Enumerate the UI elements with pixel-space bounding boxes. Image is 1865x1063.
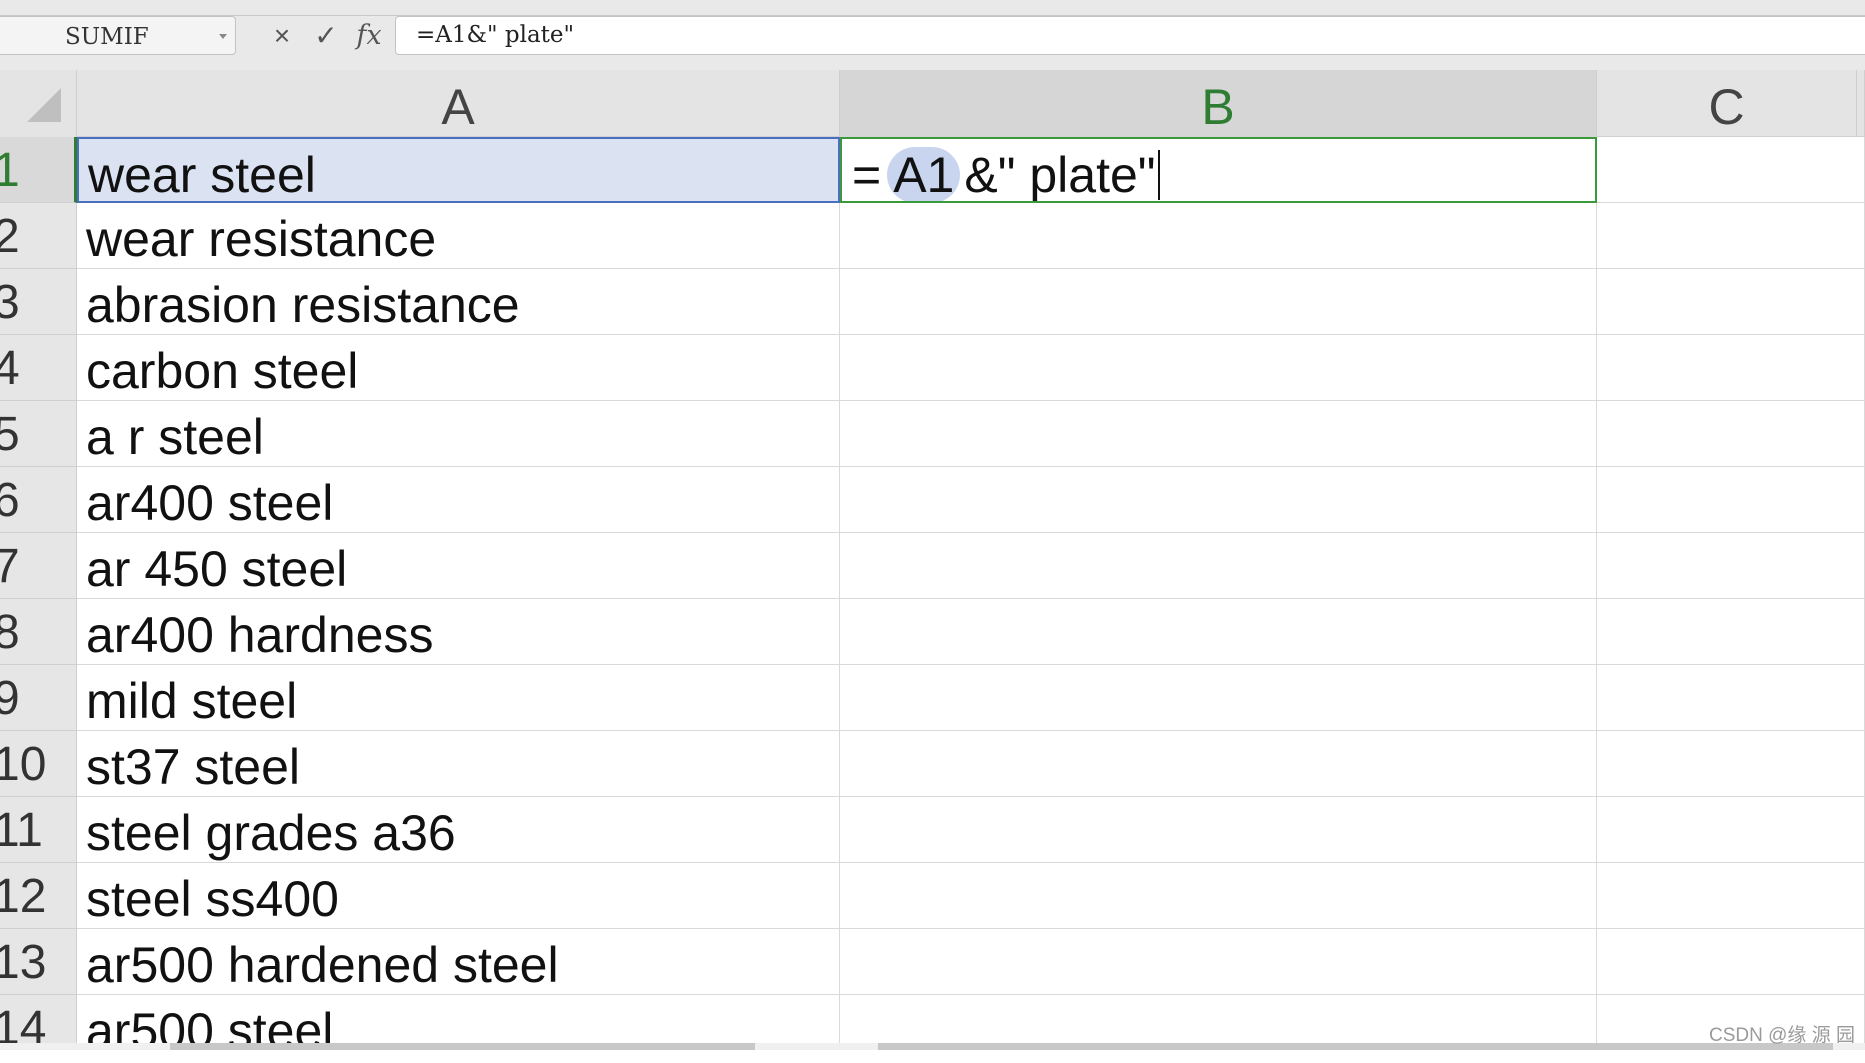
cell-a14[interactable]: ar500 steel [77, 995, 840, 1045]
cell-reference-token[interactable]: A1 [887, 147, 961, 201]
chevron-down-icon[interactable] [219, 34, 227, 39]
cell-a3[interactable]: abrasion resistance [77, 269, 840, 335]
spreadsheet-grid: A B C 1 wear steel = A1 &" plate" 2 wear resis… [0, 70, 1865, 1055]
cell-c2[interactable] [1597, 203, 1865, 269]
row-header-3[interactable]: 3 [0, 269, 77, 335]
cell-b12[interactable] [840, 863, 1597, 929]
cell-b14[interactable] [840, 995, 1597, 1045]
formula-input[interactable]: =A1&" plate" [395, 16, 1865, 55]
row-header-5[interactable]: 5 [0, 401, 77, 467]
cell-c8[interactable] [1597, 599, 1865, 665]
cell-a2[interactable]: wear resistance [77, 203, 840, 269]
cell-a13[interactable]: ar500 hardened steel [77, 929, 840, 995]
cell-c11[interactable] [1597, 797, 1865, 863]
column-header-overflow[interactable] [1857, 70, 1865, 137]
edit-prefix: = [852, 147, 882, 203]
insert-function-icon[interactable]: fx [349, 19, 389, 53]
row-header-10[interactable]: 10 [0, 731, 77, 797]
text-caret [1157, 150, 1160, 200]
cell-b1[interactable]: = A1 &" plate" [840, 137, 1597, 203]
cell-c10[interactable] [1597, 731, 1865, 797]
scrollbar-thumb-right[interactable] [878, 1043, 1833, 1050]
cell-b3[interactable] [840, 269, 1597, 335]
row-header-8[interactable]: 8 [0, 599, 77, 665]
row-header-11[interactable]: 11 [0, 797, 77, 863]
cell-a8[interactable]: ar400 hardness [77, 599, 840, 665]
edit-suffix: &" plate" [964, 147, 1156, 203]
cell-c1[interactable] [1597, 137, 1865, 203]
formula-bar: SUMIF × ✓ fx =A1&" plate" [0, 0, 1865, 70]
cell-b13[interactable] [840, 929, 1597, 995]
cell-a4[interactable]: carbon steel [77, 335, 840, 401]
select-all-triangle-icon [27, 88, 61, 122]
cell-b9[interactable] [840, 665, 1597, 731]
cell-a1[interactable]: wear steel [77, 137, 840, 203]
cell-c3[interactable] [1597, 269, 1865, 335]
row-header-1[interactable]: 1 [0, 137, 77, 203]
cell-a12[interactable]: steel ss400 [77, 863, 840, 929]
cell-a7[interactable]: ar 450 steel [77, 533, 840, 599]
row-header-9[interactable]: 9 [0, 665, 77, 731]
cell-c13[interactable] [1597, 929, 1865, 995]
cell-b7[interactable] [840, 533, 1597, 599]
cell-c6[interactable] [1597, 467, 1865, 533]
cell-b11[interactable] [840, 797, 1597, 863]
name-box[interactable]: SUMIF [0, 16, 236, 55]
column-header-a[interactable]: A [77, 70, 840, 137]
cell-b6[interactable] [840, 467, 1597, 533]
cell-a9[interactable]: mild steel [77, 665, 840, 731]
name-box-value: SUMIF [65, 24, 149, 50]
cell-b8[interactable] [840, 599, 1597, 665]
cancel-icon[interactable]: × [265, 19, 299, 53]
cell-c4[interactable] [1597, 335, 1865, 401]
cell-b2[interactable] [840, 203, 1597, 269]
watermark: CSDN @缘 源 园 [1709, 1025, 1855, 1046]
confirm-icon[interactable]: ✓ [309, 19, 343, 53]
row-header-13[interactable]: 13 [0, 929, 77, 995]
row-header-4[interactable]: 4 [0, 335, 77, 401]
cell-c9[interactable] [1597, 665, 1865, 731]
cell-b10[interactable] [840, 731, 1597, 797]
cell-a5[interactable]: a r steel [77, 401, 840, 467]
column-header-c[interactable]: C [1597, 70, 1857, 137]
select-all-corner[interactable] [0, 70, 77, 137]
cell-a6[interactable]: ar400 steel [77, 467, 840, 533]
row-header-12[interactable]: 12 [0, 863, 77, 929]
cell-c5[interactable] [1597, 401, 1865, 467]
scrollbar-thumb-left[interactable] [170, 1043, 755, 1050]
row-header-7[interactable]: 7 [0, 533, 77, 599]
row-header-2[interactable]: 2 [0, 203, 77, 269]
row-header-6[interactable]: 6 [0, 467, 77, 533]
cell-a11[interactable]: steel grades a36 [77, 797, 840, 863]
cell-b4[interactable] [840, 335, 1597, 401]
cell-c12[interactable] [1597, 863, 1865, 929]
row-header-14[interactable]: 14 [0, 995, 77, 1055]
cell-c7[interactable] [1597, 533, 1865, 599]
cell-b5[interactable] [840, 401, 1597, 467]
cell-a10[interactable]: st37 steel [77, 731, 840, 797]
column-header-b[interactable]: B [840, 70, 1597, 137]
